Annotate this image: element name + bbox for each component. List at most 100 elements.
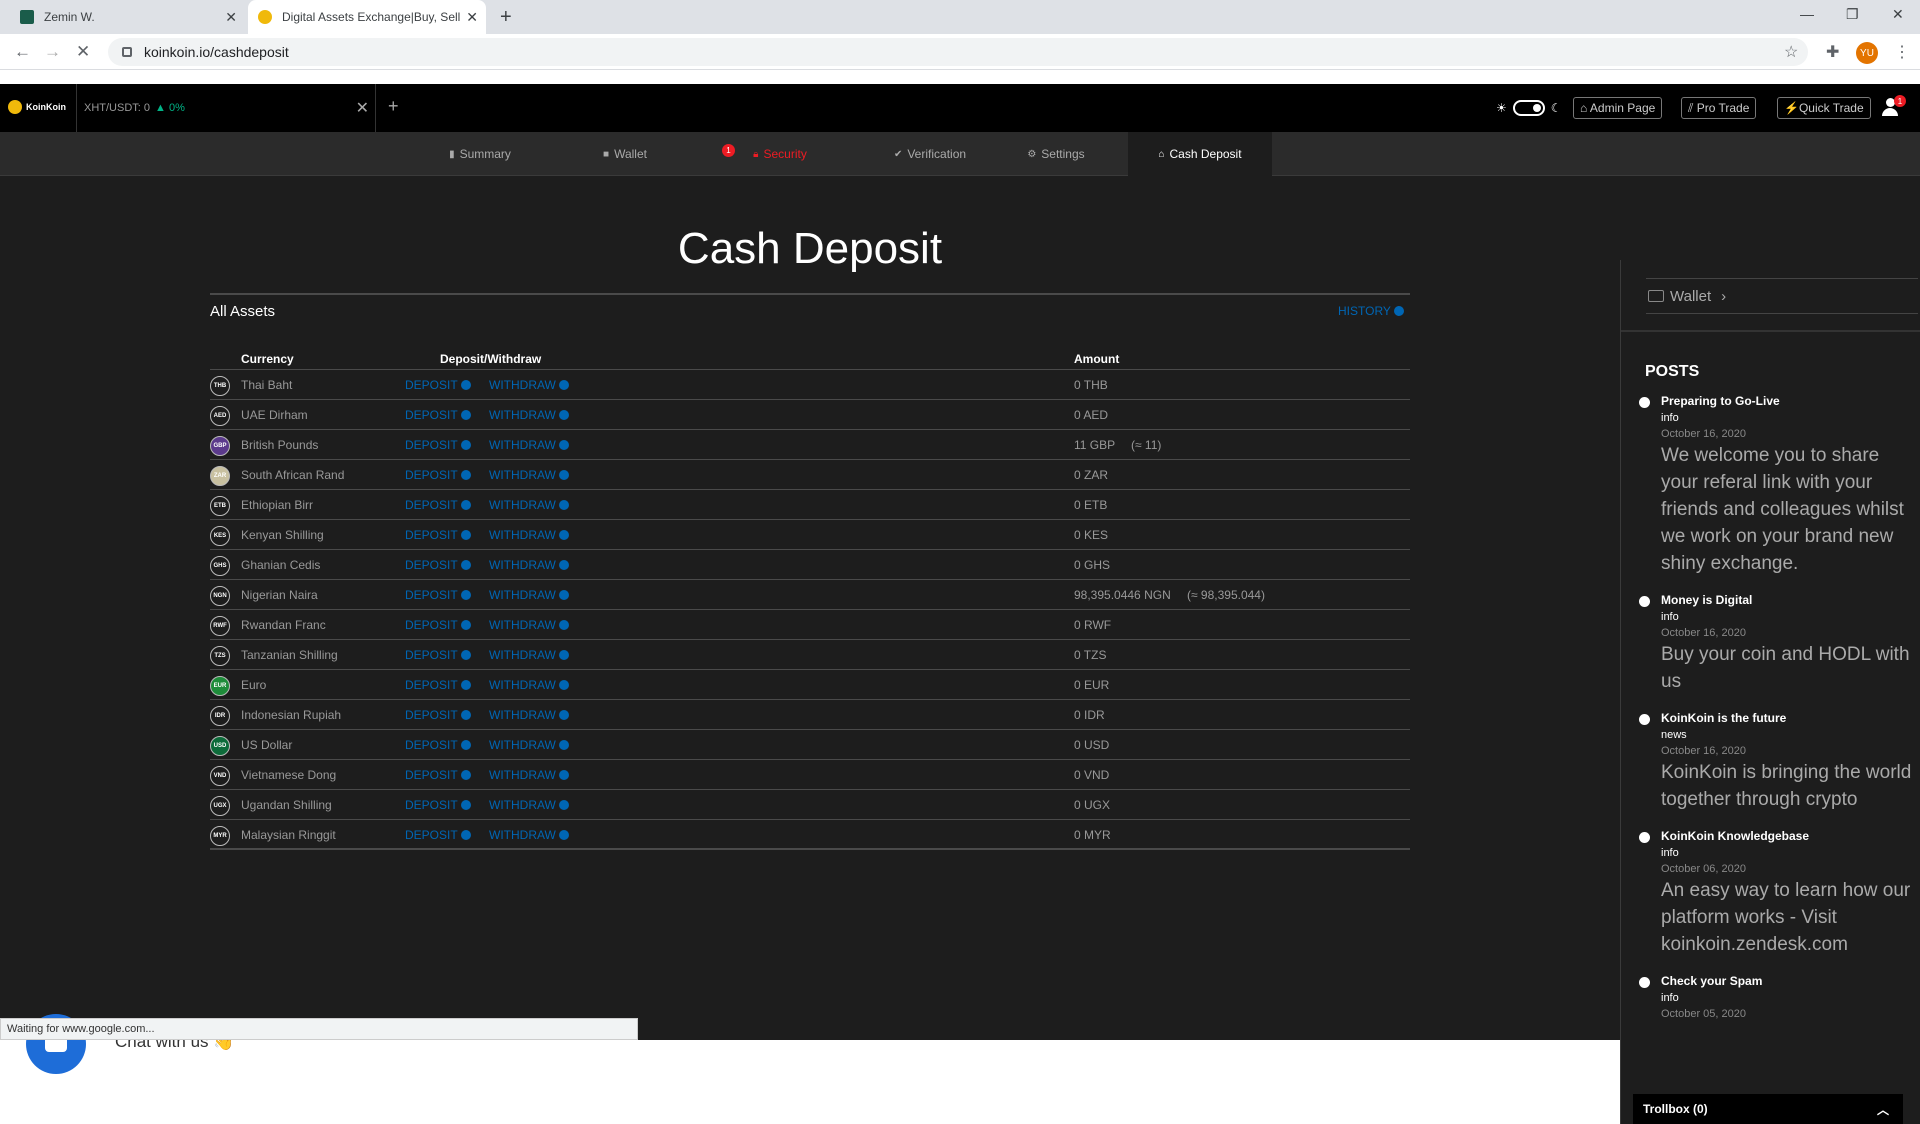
new-tab-icon[interactable]: + <box>500 6 512 29</box>
back-icon[interactable]: ← <box>14 42 31 62</box>
koinkoin-logo[interactable]: KoinKoin <box>8 100 66 114</box>
close-pair-icon[interactable]: ✕ <box>356 98 369 118</box>
browser-tab-zemin[interactable]: Zemin W. ✕ <box>10 0 245 34</box>
deposit-icon <box>460 830 471 840</box>
withdraw-link[interactable]: WITHDRAW <box>489 828 569 842</box>
withdraw-icon <box>558 620 569 630</box>
withdraw-icon <box>558 800 569 810</box>
currency-name: Kenyan Shilling <box>241 528 324 542</box>
deposit-link[interactable]: DEPOSIT <box>405 768 471 782</box>
bookmark-star-icon[interactable]: ☆ <box>1784 42 1798 62</box>
deposit-link[interactable]: DEPOSIT <box>405 468 471 482</box>
tab-cash-deposit[interactable]: ⌂ Cash Deposit <box>1128 132 1272 176</box>
post-category: info <box>1661 412 1679 424</box>
browser-tab-koinkoin[interactable]: Digital Assets Exchange|Buy, Sell ✕ <box>248 0 486 34</box>
table-row: GHS Ghanian Cedis DEPOSIT WITHDRAW 0 GHS <box>210 550 1410 580</box>
deposit-link[interactable]: DEPOSIT <box>405 528 471 542</box>
sidebar-wallet-link[interactable]: Wallet › <box>1646 278 1918 314</box>
withdraw-link[interactable]: WITHDRAW <box>489 378 569 392</box>
withdraw-link[interactable]: WITHDRAW <box>489 588 569 602</box>
withdraw-link[interactable]: WITHDRAW <box>489 618 569 632</box>
url-input[interactable]: koinkoin.io/cashdeposit <box>108 38 1808 66</box>
withdraw-link[interactable]: WITHDRAW <box>489 678 569 692</box>
withdraw-link[interactable]: WITHDRAW <box>489 798 569 812</box>
withdraw-link[interactable]: WITHDRAW <box>489 738 569 752</box>
deposit-link[interactable]: DEPOSIT <box>405 378 471 392</box>
currency-badge-icon: MYR <box>210 826 230 846</box>
deposit-icon <box>460 680 471 690</box>
browser-tab-strip: Zemin W. ✕ Digital Assets Exchange|Buy, … <box>0 0 1920 34</box>
deposit-link[interactable]: DEPOSIT <box>405 678 471 692</box>
withdraw-link[interactable]: WITHDRAW <box>489 648 569 662</box>
deposit-link[interactable]: DEPOSIT <box>405 408 471 422</box>
post-title[interactable]: KoinKoin is the future <box>1661 711 1920 725</box>
withdraw-link[interactable]: WITHDRAW <box>489 468 569 482</box>
withdraw-icon <box>558 680 569 690</box>
window-close-icon[interactable]: ✕ <box>1892 6 1904 23</box>
tab-settings[interactable]: ⚙ Settings <box>1000 132 1112 176</box>
post-bullet-icon <box>1639 397 1650 408</box>
profile-avatar[interactable]: YU <box>1856 42 1878 64</box>
withdraw-link[interactable]: WITHDRAW <box>489 768 569 782</box>
withdraw-link[interactable]: WITHDRAW <box>489 438 569 452</box>
currency-badge-icon: NGN <box>210 586 230 606</box>
post-item[interactable]: KoinKoin is the future news October 16, 20… <box>1639 711 1920 813</box>
admin-page-button[interactable]: ⌂ Admin Page <box>1573 97 1663 119</box>
deposit-link[interactable]: DEPOSIT <box>405 798 471 812</box>
history-link[interactable]: HISTORY <box>1338 304 1404 318</box>
trollbox-bar[interactable]: Trollbox (0) ︿ <box>1633 1094 1903 1124</box>
tab-verification[interactable]: ✔ Verification <box>860 132 1000 176</box>
extensions-icon[interactable]: ✚ <box>1826 42 1839 62</box>
deposit-link[interactable]: DEPOSIT <box>405 438 471 452</box>
theme-switch[interactable]: ☀ ☾ <box>1496 100 1562 116</box>
deposit-link[interactable]: DEPOSIT <box>405 558 471 572</box>
add-pair-icon[interactable]: + <box>388 96 399 117</box>
stop-loading-icon[interactable]: ✕ <box>76 42 90 62</box>
post-title[interactable]: Preparing to Go-Live <box>1661 394 1920 408</box>
theme-toggle[interactable] <box>1512 100 1545 116</box>
withdraw-link[interactable]: WITHDRAW <box>489 408 569 422</box>
close-tab-icon[interactable]: ✕ <box>466 9 478 26</box>
deposit-link[interactable]: DEPOSIT <box>405 618 471 632</box>
deposit-link[interactable]: DEPOSIT <box>405 588 471 602</box>
deposit-link[interactable]: DEPOSIT <box>405 708 471 722</box>
currency-badge-icon: ETB <box>210 496 230 516</box>
tab-wallet[interactable]: ■ Wallet <box>560 132 690 176</box>
withdraw-link[interactable]: WITHDRAW <box>489 708 569 722</box>
post-title[interactable]: Check your Spam <box>1661 974 1920 988</box>
forward-icon[interactable]: → <box>44 42 61 62</box>
post-item[interactable]: Money is Digital info October 16, 2020 Buy … <box>1639 593 1920 695</box>
post-title[interactable]: KoinKoin Knowledgebase <box>1661 829 1920 843</box>
deposit-link[interactable]: DEPOSIT <box>405 738 471 752</box>
deposit-icon <box>460 470 471 480</box>
withdraw-link[interactable]: WITHDRAW <box>489 528 569 542</box>
currency-header: Currency <box>241 352 294 366</box>
withdraw-link[interactable]: WITHDRAW <box>489 558 569 572</box>
browser-menu-icon[interactable]: ⋮ <box>1894 42 1910 62</box>
deposit-link[interactable]: DEPOSIT <box>405 828 471 842</box>
post-item[interactable]: KoinKoin Knowledgebase info October 06, 20… <box>1639 829 1920 958</box>
post-item[interactable]: Preparing to Go-Live info October 16, 2020… <box>1639 394 1920 577</box>
pro-trade-button[interactable]: ⫽ Pro Trade <box>1681 97 1757 119</box>
pair-label: XHT/USDT: 0 <box>84 102 151 114</box>
pair-tab[interactable]: XHT/USDT: 0 ▲ 0% ✕ <box>76 84 376 132</box>
deposit-icon <box>460 650 471 660</box>
tab-summary[interactable]: ▮ Summary <box>420 132 540 176</box>
deposit-link[interactable]: DEPOSIT <box>405 648 471 662</box>
maximize-icon[interactable]: ❐ <box>1846 6 1859 23</box>
post-title[interactable]: Money is Digital <box>1661 593 1920 607</box>
withdraw-icon <box>558 470 569 480</box>
post-item[interactable]: Check your Spam info October 05, 2020 <box>1639 974 1920 1020</box>
currency-name: Ethiopian Birr <box>241 498 314 512</box>
withdraw-icon <box>558 560 569 570</box>
chevron-up-icon: ︿ <box>1876 1102 1889 1117</box>
withdraw-link[interactable]: WITHDRAW <box>489 498 569 512</box>
quick-trade-button[interactable]: ⚡Quick Trade <box>1777 97 1871 119</box>
post-date: October 16, 2020 <box>1661 627 1747 639</box>
table-row: EUR Euro DEPOSIT WITHDRAW 0 EUR <box>210 670 1410 700</box>
deposit-icon <box>460 530 471 540</box>
close-tab-icon[interactable]: ✕ <box>225 9 237 26</box>
currency-badge-icon: KES <box>210 526 230 546</box>
minimize-icon[interactable]: — <box>1800 6 1814 22</box>
deposit-link[interactable]: DEPOSIT <box>405 498 471 512</box>
